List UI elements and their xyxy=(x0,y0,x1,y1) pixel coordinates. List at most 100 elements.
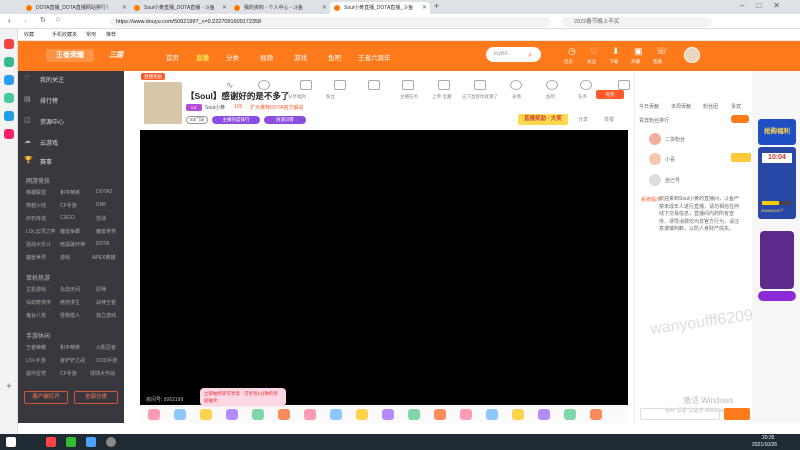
rank-button[interactable] xyxy=(731,115,749,123)
service-icon[interactable]: ☏ xyxy=(656,46,667,57)
sidebar-link[interactable]: 原神 xyxy=(96,286,106,293)
sidebar-link[interactable]: 魔兽世界 xyxy=(26,254,46,261)
clock-icon[interactable] xyxy=(258,80,270,90)
avatar[interactable] xyxy=(649,153,661,165)
tab-weekly[interactable]: 本周贡献 xyxy=(671,103,691,110)
search-icon[interactable]: ⌕ xyxy=(528,50,532,60)
chat-input[interactable] xyxy=(640,408,720,420)
sidebar-item-cloud-game[interactable]: 云游戏 xyxy=(40,138,58,147)
gift-icon[interactable] xyxy=(330,409,342,420)
streamer-name[interactable]: Soul小黄 xyxy=(205,104,225,111)
browser-tab[interactable]: 我的资料 - 个人中心 - 斗鱼 ✕ xyxy=(230,2,330,14)
promo-banner[interactable] xyxy=(718,44,782,68)
start-icon[interactable] xyxy=(6,437,16,447)
tab-vip[interactable]: 贵宾 xyxy=(731,103,741,110)
close-icon[interactable]: ✕ xyxy=(222,2,227,14)
gift-icon[interactable] xyxy=(356,409,368,420)
reward-badge[interactable]: 有奖 xyxy=(596,90,624,99)
gift-icon[interactable] xyxy=(564,409,576,420)
sidebar-link[interactable]: 火影忍者 xyxy=(96,344,116,351)
guess-icon[interactable] xyxy=(474,80,486,90)
gift-icon[interactable] xyxy=(252,409,264,420)
back-icon[interactable]: ‹ xyxy=(8,16,11,25)
close-icon[interactable]: ✕ xyxy=(322,2,327,14)
sidebar-link[interactable]: DNF xyxy=(96,202,106,208)
avatar[interactable] xyxy=(649,174,661,186)
sidebar-link[interactable]: 绝地求生 xyxy=(60,299,80,306)
app-icon[interactable] xyxy=(66,437,76,447)
sidebar-link[interactable]: 暗黑破坏神 xyxy=(60,241,85,248)
gift-icon[interactable] xyxy=(226,409,238,420)
edit-icon[interactable] xyxy=(618,80,630,90)
sidebar-link[interactable]: 和平精英 xyxy=(60,344,80,351)
browser-icon[interactable] xyxy=(46,437,56,447)
history-icon[interactable]: ◷ xyxy=(568,46,576,57)
sidebar-link[interactable]: 球球大作战 xyxy=(90,370,115,377)
close-icon[interactable]: ✕ xyxy=(422,2,427,14)
tag-chip[interactable]: 逍遥剑客 xyxy=(264,116,306,124)
event-logo[interactable]: 三国 xyxy=(98,49,134,62)
sidebar-item-rank[interactable]: 排行榜 xyxy=(40,96,58,105)
rank-user-name[interactable]: 小喜 xyxy=(665,156,675,163)
treasure-icon[interactable] xyxy=(438,80,450,90)
add-icon[interactable]: + xyxy=(4,381,14,391)
task-icon[interactable] xyxy=(402,80,414,90)
folder-icon[interactable] xyxy=(86,437,96,447)
gift-icon[interactable] xyxy=(512,409,524,420)
sidebar-link[interactable]: 魔兽争霸 xyxy=(60,228,80,235)
user-avatar[interactable] xyxy=(684,47,700,63)
sidebar-link[interactable]: 穿越火线 xyxy=(26,202,46,209)
sidebar-link[interactable]: DOTA2 xyxy=(96,189,112,195)
gift-icon[interactable] xyxy=(304,409,316,420)
sidebar-link[interactable]: APEX英雄 xyxy=(92,254,115,261)
sidebar-link[interactable]: 游戏 xyxy=(60,254,70,261)
share-link[interactable]: 分享 xyxy=(578,116,588,123)
reload-icon[interactable]: ↻ xyxy=(40,16,46,24)
sidebar-link[interactable]: 怪物猎人 xyxy=(60,312,80,319)
browser-tab[interactable]: Soul小黄直播_DOTA直播 - 斗鱼 ✕ xyxy=(130,2,230,14)
new-tab-button[interactable]: + xyxy=(434,1,439,11)
promo-button[interactable] xyxy=(758,291,796,301)
url-field[interactable]: https://www.douyu.com/5062199?_c=0.22270… xyxy=(110,17,550,27)
sidebar-link[interactable]: DOTA xyxy=(96,241,110,247)
sidebar-item-esports[interactable]: 赛事 xyxy=(40,157,52,166)
nav-category[interactable]: 分类 xyxy=(226,52,239,62)
sidebar-link[interactable]: 独立游戏 xyxy=(96,312,116,319)
site-logo[interactable]: 王者荣耀 xyxy=(46,49,94,62)
report-link[interactable]: 举报 xyxy=(604,116,614,123)
sidebar-link[interactable]: LOL手游 xyxy=(26,357,45,364)
forward-icon[interactable]: › xyxy=(24,16,27,25)
sidebar-link[interactable]: 逆战 xyxy=(96,215,106,222)
tab-daily[interactable]: 今日贡献 xyxy=(639,103,659,110)
video-player[interactable] xyxy=(140,130,628,405)
gift-icon[interactable] xyxy=(368,80,380,90)
download-icon[interactable]: ⬇ xyxy=(612,46,620,57)
yuba-icon[interactable] xyxy=(546,80,558,90)
nav-home[interactable]: 首页 xyxy=(166,52,179,62)
nav-games[interactable]: 游戏 xyxy=(294,52,307,62)
gift-icon[interactable] xyxy=(486,409,498,420)
sidebar-item-follow[interactable]: 我的关注 xyxy=(40,75,64,84)
heartbeat-icon[interactable]: ∿ xyxy=(226,80,238,90)
avatar[interactable] xyxy=(649,133,661,145)
weibo-icon[interactable] xyxy=(4,39,14,49)
follow-icon[interactable]: ♡ xyxy=(590,46,598,57)
sidebar-link[interactable]: 炉石传说 xyxy=(26,215,46,222)
gift-icon[interactable] xyxy=(434,409,446,420)
share-icon[interactable] xyxy=(300,80,312,90)
tag-chip[interactable]: S2门派 xyxy=(186,116,208,124)
sidebar-link[interactable]: 仙剑奇侠传 xyxy=(26,299,51,306)
nav-yuba[interactable]: 鱼吧 xyxy=(328,52,341,62)
sidebar-link[interactable]: 金铲铲之战 xyxy=(60,357,85,364)
gift-icon[interactable] xyxy=(538,409,550,420)
sidebar-link[interactable]: 魔兽世界 xyxy=(96,228,116,235)
mission-icon[interactable] xyxy=(580,80,592,90)
sidebar-link[interactable]: COD手游 xyxy=(96,357,117,364)
browser-tab-active[interactable]: Soul小黄直播_DOTA直播_斗鱼 ✕ xyxy=(330,2,430,14)
qq-icon[interactable] xyxy=(4,75,14,85)
sidebar-link[interactable]: 战神王者 xyxy=(96,299,116,306)
sidebar-item-resource[interactable]: 资源中心 xyxy=(40,117,64,126)
event-banner[interactable]: 直播奖励 · 大奖 xyxy=(518,114,568,125)
sidebar-link[interactable]: 主机游戏 xyxy=(26,286,46,293)
sidebar-link[interactable]: 鬼谷八荒 xyxy=(26,312,46,319)
